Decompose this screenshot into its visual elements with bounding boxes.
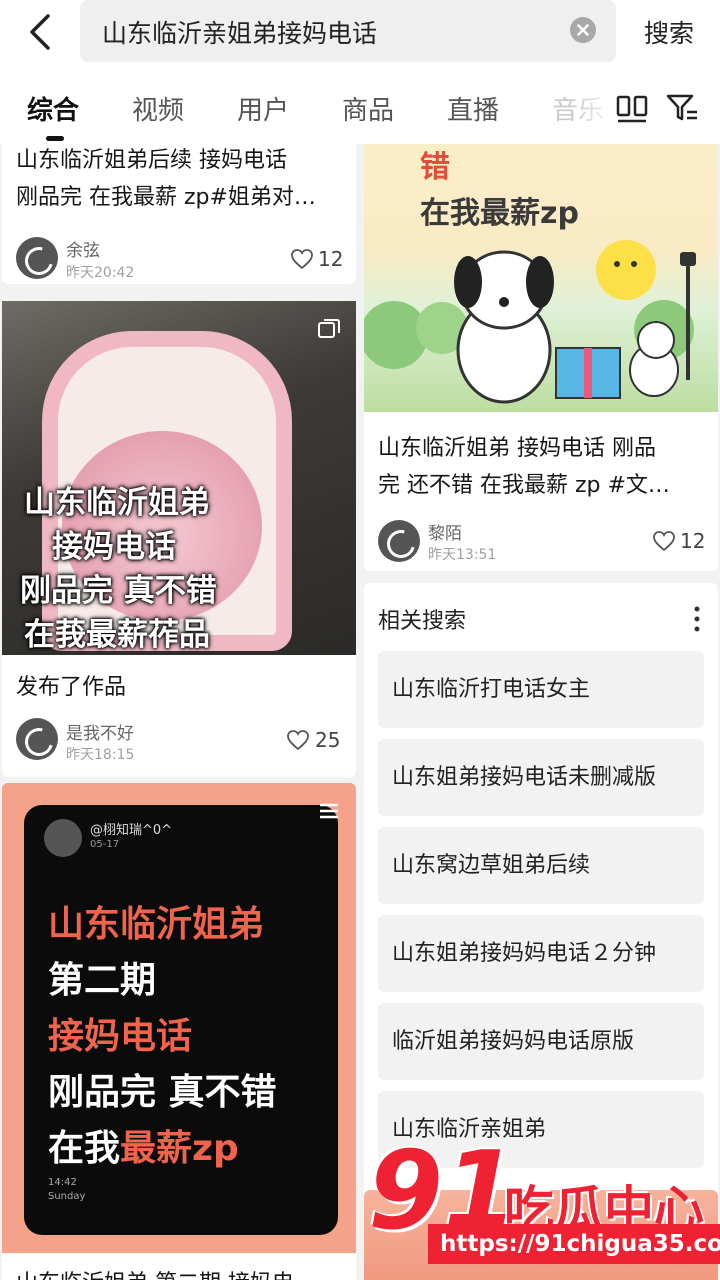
phone-line: 接妈电话	[48, 1016, 193, 1057]
author-name[interactable]: 是我不好	[66, 719, 134, 744]
card-title-line: 完 还不错 在我最薪 zp #文…	[378, 473, 670, 498]
post-time: 昨天18:15	[66, 747, 135, 763]
search-input[interactable]: 山东临沂亲姐弟接妈电话	[80, 0, 616, 62]
card-title: 山东临沂姐弟 第二期 接妈电	[16, 1265, 294, 1280]
cover-text: 在我最薪zp	[420, 196, 579, 231]
search-query-text: 山东临沂亲姐弟接妈电话	[102, 19, 378, 48]
filter-icon	[666, 94, 697, 121]
heart-icon[interactable]	[290, 248, 314, 270]
phone-line: 山东临沂姐弟	[48, 904, 265, 945]
card-title-line: 山东临沂姐弟后续 接妈电话	[16, 148, 287, 173]
tab-comprehensive[interactable]: 综合	[27, 90, 79, 127]
post-date: 05-17	[90, 839, 120, 850]
post-time: 昨天13:51	[428, 547, 497, 563]
double-column-icon	[616, 95, 648, 123]
phone-line: 第二期	[48, 960, 157, 1001]
cartoon-dog-illustration	[364, 240, 696, 404]
more-options-icon[interactable]	[694, 605, 700, 633]
heart-icon[interactable]	[286, 729, 310, 751]
tab-bar: 综合 视频 用户 商品 直播 音乐	[0, 64, 720, 144]
related-searches-title: 相关搜索	[378, 609, 467, 634]
card-title: 发布了作品	[16, 675, 127, 700]
menu-icon	[320, 803, 338, 819]
top-bar: 山东临沂亲姐弟接妈电话 搜索	[0, 0, 720, 64]
phone-line: 在我最薪zp	[48, 1119, 239, 1171]
phone-line: 刚品完 真不错	[48, 1072, 277, 1113]
filter-button[interactable]	[665, 92, 699, 124]
overlay-line: 刚品完 真不错	[20, 573, 217, 609]
author-name[interactable]: 余弦	[66, 236, 100, 261]
overlay-line: 山东临沂姐弟	[24, 485, 210, 521]
chevron-left-icon	[30, 14, 50, 50]
related-search-item[interactable]: 临沂姐弟接妈妈电话原版	[378, 1003, 704, 1080]
like-count: 12	[318, 247, 344, 271]
card-title-line: 山东临沂姐弟 接妈电话 刚品	[378, 436, 656, 461]
avatar[interactable]	[16, 237, 58, 279]
card-footer[interactable]: 发布了作品 是我不好 昨天18:15 25	[2, 655, 356, 777]
related-search-item[interactable]: 山东姐弟接妈妈电话２分钟	[378, 915, 704, 992]
cover-text: 错	[420, 150, 450, 185]
result-card[interactable]: 山东临沂姐弟后续 接妈电话 刚品完 在我最薪 zp#姐弟对… 余弦 昨天20:4…	[2, 144, 356, 284]
tab-videos[interactable]: 视频	[132, 90, 184, 127]
card-cover-image: @栩知瑞^0^ 05-17 山东临沂姐弟 第二期 接妈电话 刚品完 真不错 在我…	[2, 783, 356, 1253]
result-card[interactable]: 错 在我最薪zp 山东临沂姐弟 接妈电话 刚品 完 还不错 在我最薪 zp #文…	[364, 144, 718, 571]
cover-overlay-text: 山东临沂姐弟 接妈电话 刚品完 真不错 在莪最薪莋品	[2, 301, 356, 655]
related-search-item[interactable]: 山东窝边草姐弟后续	[378, 827, 704, 904]
results-feed: 山东临沂姐弟后续 接妈电话 刚品完 在我最薪 zp#姐弟对… 余弦 昨天20:4…	[0, 144, 720, 1280]
overlay-line: 接妈电话	[52, 529, 176, 565]
tab-products[interactable]: 商品	[342, 90, 394, 127]
tab-live[interactable]: 直播	[447, 90, 499, 127]
card-title-line: 刚品完 在我最薪 zp#姐弟对…	[16, 185, 316, 210]
watermark-url: https://91chigua35.com	[428, 1224, 720, 1264]
card-cover-image: 错 在我最薪zp	[364, 144, 718, 412]
author-name[interactable]: 黎陌	[428, 519, 462, 544]
like-count: 25	[315, 728, 341, 752]
watermark-logo: 91 吃瓜中心 https://91chigua35.com	[368, 1132, 720, 1280]
overlay-line: 在莪最薪莋品	[24, 617, 210, 653]
multi-image-icon	[318, 319, 340, 338]
tab-users[interactable]: 用户	[237, 90, 289, 127]
card-cover-image[interactable]: 山东临沂姐弟 接妈电话 刚品完 真不错 在莪最薪莋品	[2, 301, 356, 655]
phone-screenshot: @栩知瑞^0^ 05-17 山东临沂姐弟 第二期 接妈电话 刚品完 真不错 在我…	[24, 805, 338, 1235]
clear-search-button[interactable]	[570, 17, 596, 43]
avatar	[44, 819, 82, 857]
active-tab-indicator	[46, 136, 64, 141]
result-card[interactable]: @栩知瑞^0^ 05-17 山东临沂姐弟 第二期 接妈电话 刚品完 真不错 在我…	[2, 783, 356, 1280]
search-button[interactable]: 搜索	[644, 14, 694, 50]
back-button[interactable]	[22, 10, 62, 54]
close-icon	[577, 24, 589, 36]
related-search-item[interactable]: 山东姐弟接妈电话未删减版	[378, 739, 704, 816]
post-time: 昨天20:42	[66, 265, 135, 281]
avatar[interactable]	[378, 520, 420, 562]
handle: @栩知瑞^0^	[90, 823, 173, 838]
tab-fade	[576, 80, 616, 130]
related-search-item[interactable]: 山东临沂打电话女主	[378, 651, 704, 728]
clock-time: 14:42	[48, 1177, 77, 1188]
phone-line-part: 在我	[48, 1128, 121, 1169]
like-count: 12	[680, 529, 706, 553]
phone-line-highlight: 最薪zp	[120, 1128, 239, 1169]
avatar[interactable]	[16, 718, 58, 760]
clock-day: Sunday	[48, 1191, 86, 1202]
heart-icon[interactable]	[652, 530, 676, 552]
layout-toggle-button[interactable]	[615, 94, 649, 124]
